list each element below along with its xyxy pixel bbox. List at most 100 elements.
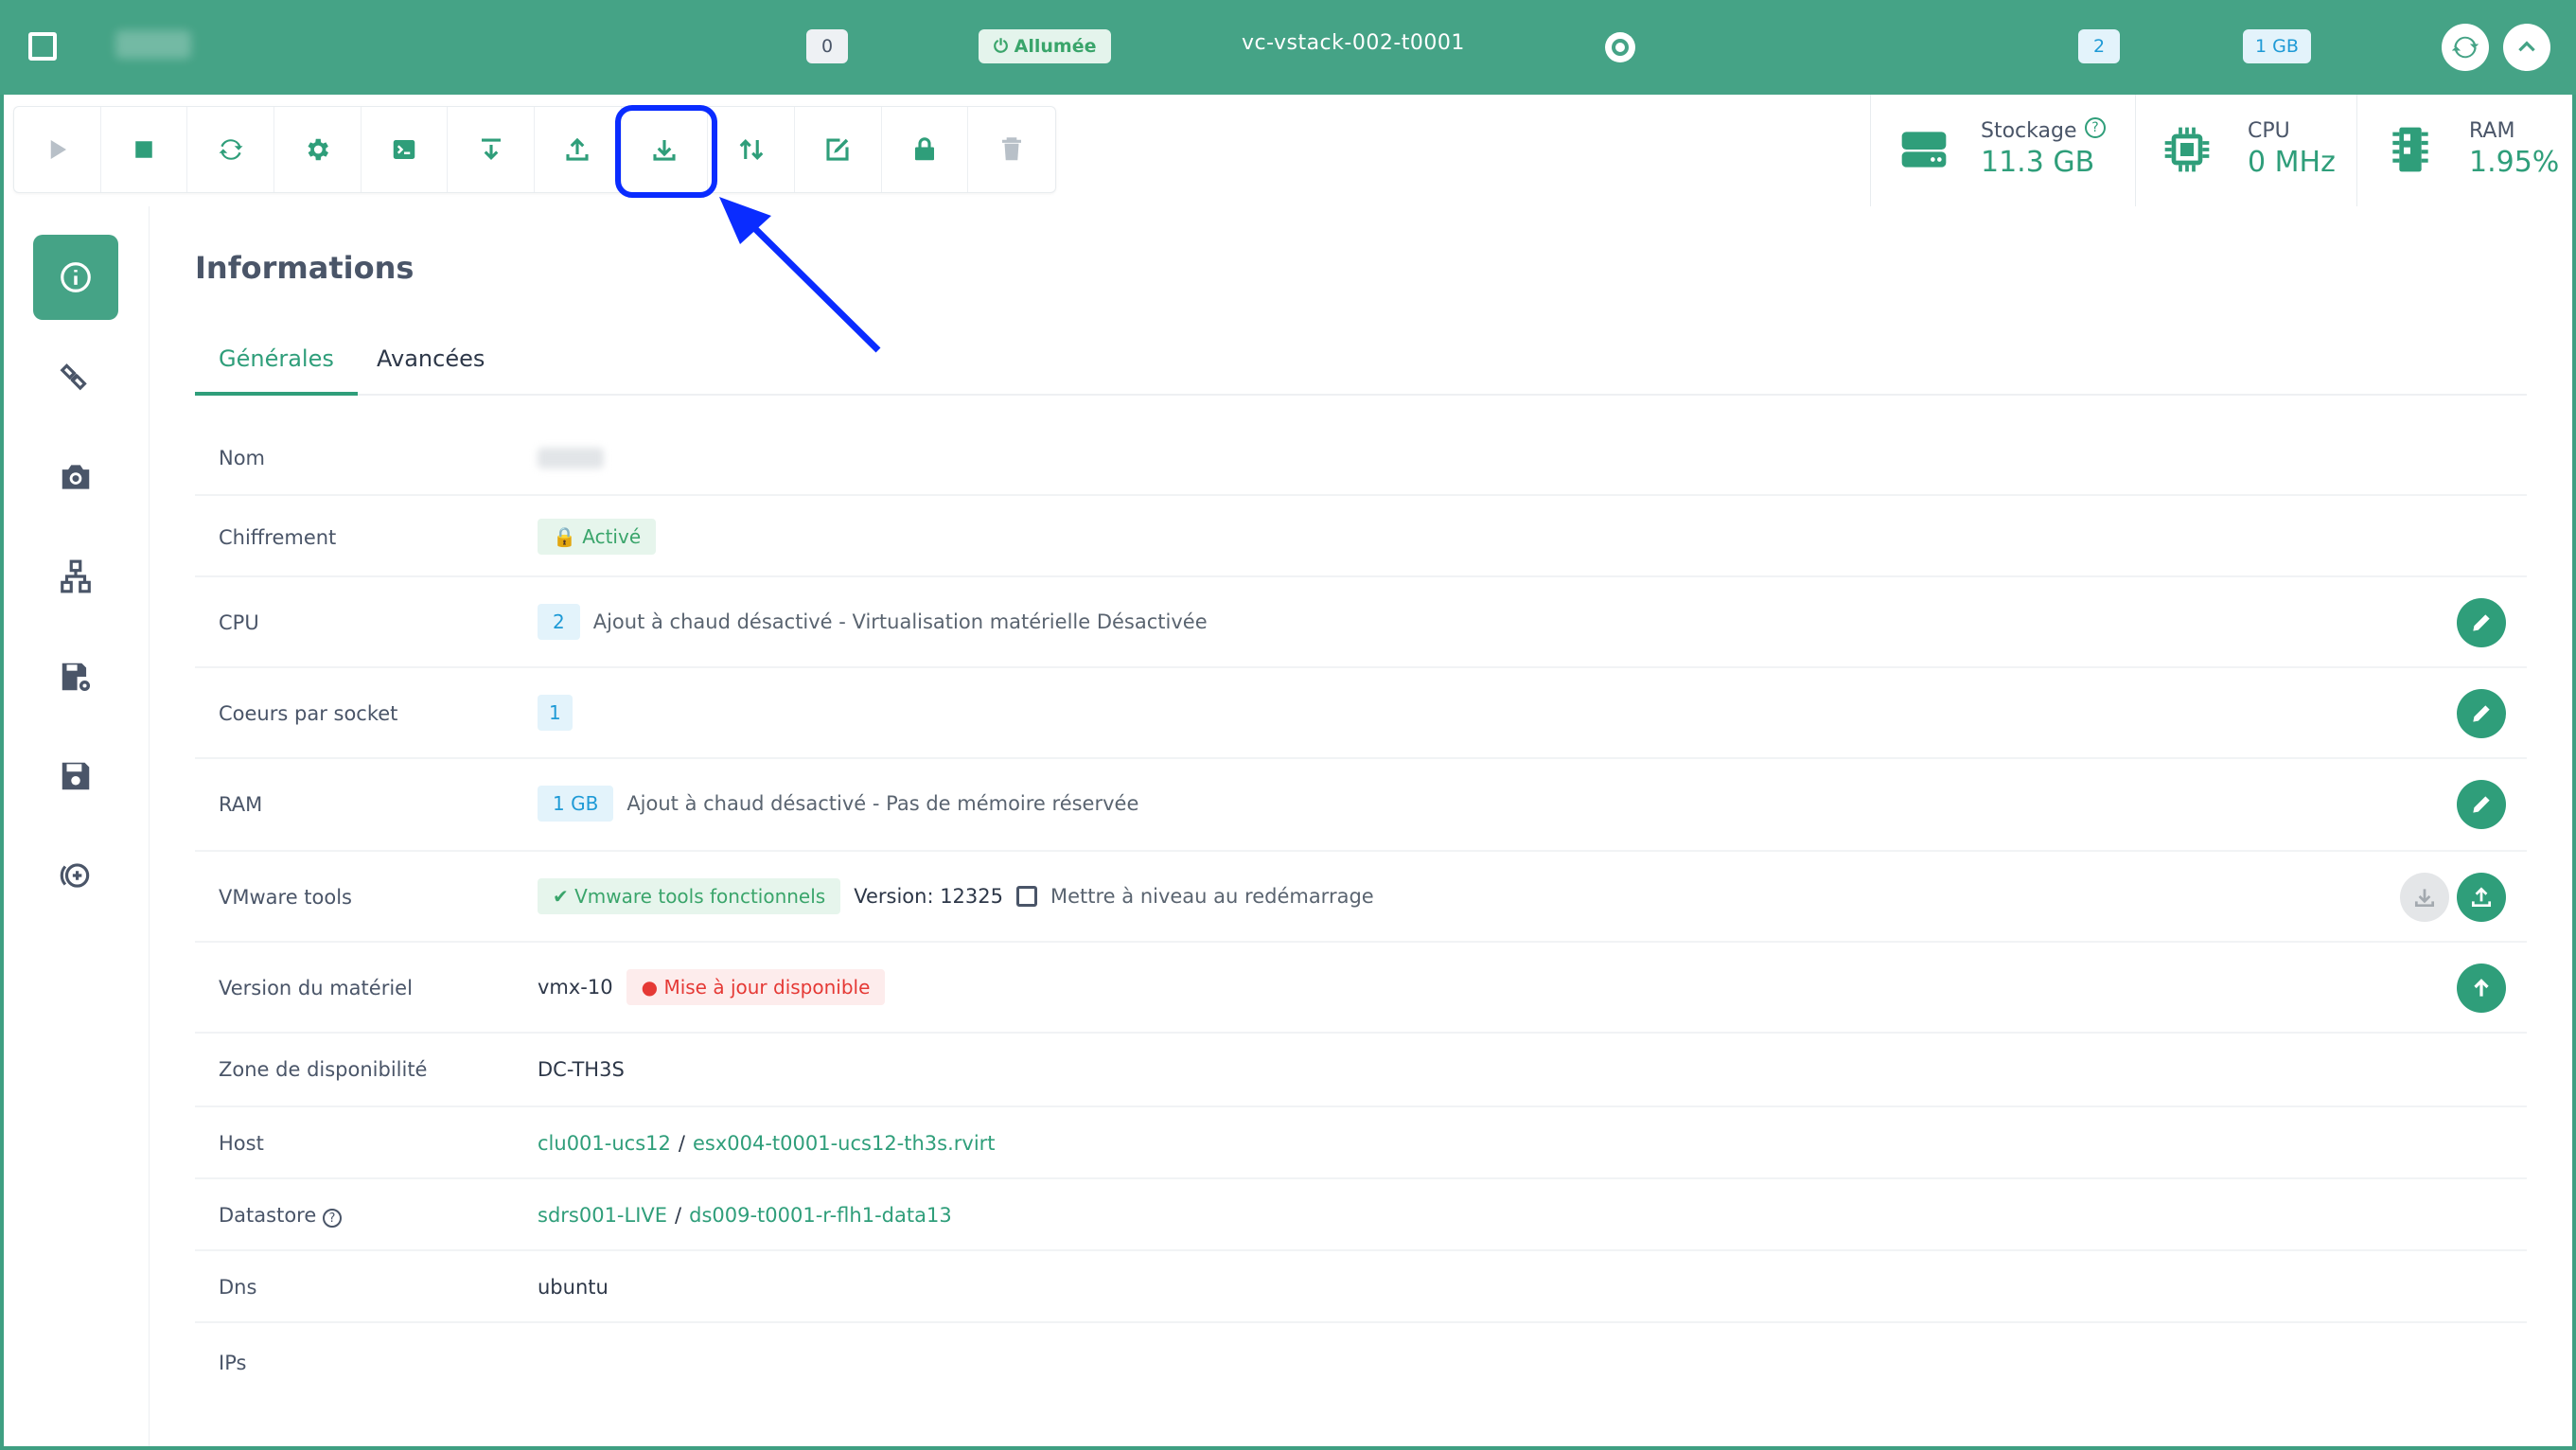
- table-row: Coeurs par socket 1: [195, 668, 2527, 759]
- cpu-count-pill: 2: [538, 604, 580, 640]
- datastore-separator: /: [675, 1204, 682, 1227]
- row-value-hardware: vmx-10 ● Mise à jour disponible: [538, 969, 886, 1005]
- disk-gear-icon: [62, 663, 91, 692]
- vmware-version: Version: 12325: [854, 885, 1003, 908]
- import-button[interactable]: [448, 107, 536, 192]
- download-tools-button[interactable]: [2400, 873, 2449, 922]
- info-tabs: Générales Avancées: [195, 327, 2527, 396]
- datastore-link[interactable]: ds009-t0001-r-flh1-data13: [689, 1204, 952, 1227]
- table-row: Host clu001-ucs12 / esx004-t0001-ucs12-t…: [195, 1107, 2527, 1179]
- pencil-icon: [2473, 705, 2490, 722]
- host-esx-link[interactable]: esx004-t0001-ucs12-th3s.rvirt: [693, 1132, 996, 1155]
- storage-value: 11.3 GB: [1981, 146, 2095, 179]
- pencil-icon: [2473, 796, 2490, 813]
- ram-description: Ajout à chaud désactivé - Pas de mémoire…: [626, 792, 1139, 815]
- start-vm-button[interactable]: [14, 107, 101, 192]
- upload-icon: [566, 137, 589, 161]
- collapse-button[interactable]: [2503, 24, 2550, 71]
- refresh-button[interactable]: [2442, 24, 2489, 71]
- restart-vm-button[interactable]: [187, 107, 275, 192]
- info-icon: [61, 262, 91, 292]
- row-value-zone: DC-TH3S: [538, 1058, 625, 1081]
- storage-label: Stockage: [1981, 119, 2077, 143]
- help-icon[interactable]: ?: [322, 1209, 342, 1228]
- help-icon[interactable]: ?: [2085, 117, 2106, 138]
- info-table: Nom Chiffrement 🔒 Activé CPU 2 Ajout à c…: [195, 420, 2527, 1399]
- vmware-tools-status: Vmware tools fonctionnels: [574, 885, 826, 908]
- storage-stat: Stockage ? 11.3 GB: [1870, 95, 2135, 206]
- sidebar-item-disk-settings[interactable]: [33, 634, 118, 719]
- redacted-name: [538, 448, 604, 469]
- alert-icon: ●: [641, 976, 664, 999]
- storage-icon: [1901, 132, 1947, 168]
- upgrade-tools-button[interactable]: [2457, 873, 2506, 922]
- page-title: Informations: [195, 250, 415, 286]
- sidebar-item-snapshots[interactable]: [33, 434, 118, 520]
- vm-sidebar: [4, 206, 150, 1446]
- hardware-version: vmx-10: [538, 976, 613, 999]
- table-row: VMware tools ✔ Vmware tools fonctionnels…: [195, 852, 2527, 943]
- vm-action-toolbar: [13, 106, 1056, 193]
- edit-cpu-button[interactable]: [2457, 598, 2506, 647]
- edit-cores-button[interactable]: [2457, 689, 2506, 738]
- edit-icon: [826, 138, 849, 161]
- update-available-text: Mise à jour disponible: [663, 976, 871, 999]
- row-label-vmware: VMware tools: [219, 886, 353, 909]
- ram-size-badge: 1 GB: [2243, 29, 2311, 63]
- ram-value: 1.95%: [2469, 146, 2560, 179]
- sidebar-item-disks[interactable]: [33, 734, 118, 819]
- upload-button[interactable]: [535, 107, 622, 192]
- upgrade-on-reboot-checkbox[interactable]: [1016, 886, 1037, 907]
- console-button[interactable]: [362, 107, 449, 192]
- edit-ram-button[interactable]: [2457, 780, 2506, 829]
- table-row: Version du matériel vmx-10 ● Mise à jour…: [195, 943, 2527, 1034]
- tab-avancees[interactable]: Avancées: [377, 327, 485, 396]
- row-value-host: clu001-ucs12 / esx004-t0001-ucs12-th3s.r…: [538, 1132, 996, 1155]
- host-cluster-link[interactable]: clu001-ucs12: [538, 1132, 671, 1155]
- row-label-nom: Nom: [219, 447, 266, 469]
- ubuntu-os-icon: [1605, 32, 1635, 62]
- cpu-label: CPU: [2248, 119, 2290, 143]
- row-value-ram: 1 GB Ajout à chaud désactivé - Pas de mé…: [538, 786, 1138, 822]
- vm-title: vc-vstack-002-t0001: [1242, 31, 1465, 55]
- play-icon: [51, 140, 67, 159]
- lock-button[interactable]: [882, 107, 969, 192]
- refresh-icon: [2451, 36, 2479, 59]
- row-value-datastore: sdrs001-LIVE / ds009-t0001-r-flh1-data13: [538, 1204, 952, 1227]
- tab-generales[interactable]: Générales: [195, 327, 358, 396]
- stop-vm-button[interactable]: [101, 107, 188, 192]
- edit-button[interactable]: [795, 107, 882, 192]
- import-icon: [481, 138, 501, 160]
- cpu-count-badge: 2: [2078, 29, 2120, 63]
- table-row: Chiffrement 🔒 Activé: [195, 496, 2527, 577]
- sidebar-item-information[interactable]: [33, 235, 118, 320]
- select-vm-checkbox[interactable]: [28, 32, 57, 61]
- pencil-icon: [2473, 614, 2490, 631]
- sidebar-item-network[interactable]: [33, 534, 118, 619]
- upgrade-on-reboot-label: Mettre à niveau au redémarrage: [1050, 885, 1374, 908]
- row-value-coeurs: 1: [538, 695, 573, 731]
- delete-button[interactable]: [968, 107, 1055, 192]
- migrate-button[interactable]: [708, 107, 796, 192]
- row-label-zone: Zone de disponibilité: [219, 1058, 428, 1081]
- camera-icon: [62, 465, 90, 489]
- row-value-nom: [538, 448, 604, 469]
- settings-button[interactable]: [274, 107, 362, 192]
- trash-icon: [1002, 137, 1022, 161]
- check-circle-icon: ✔: [553, 885, 575, 908]
- download-highlight-box: [615, 105, 717, 198]
- sidebar-item-add-device[interactable]: [33, 833, 118, 918]
- lock-icon: 🔒: [553, 525, 583, 548]
- cpu-chip-icon: [2164, 127, 2210, 172]
- migrate-icon: [739, 139, 764, 160]
- row-label-ram: RAM: [219, 793, 263, 816]
- cpu-description: Ajout à chaud désactivé - Virtualisation…: [592, 610, 1208, 633]
- table-row: Dns ubuntu: [195, 1251, 2527, 1323]
- row-label-hardware: Version du matériel: [219, 977, 413, 999]
- datastore-cluster-link[interactable]: sdrs001-LIVE: [538, 1204, 667, 1227]
- sidebar-item-backup[interactable]: [33, 335, 118, 420]
- satellite-icon: [60, 363, 87, 391]
- table-row: Zone de disponibilité DC-TH3S: [195, 1034, 2527, 1107]
- table-row: CPU 2 Ajout à chaud désactivé - Virtuali…: [195, 577, 2527, 668]
- upgrade-hardware-button[interactable]: [2457, 964, 2506, 1013]
